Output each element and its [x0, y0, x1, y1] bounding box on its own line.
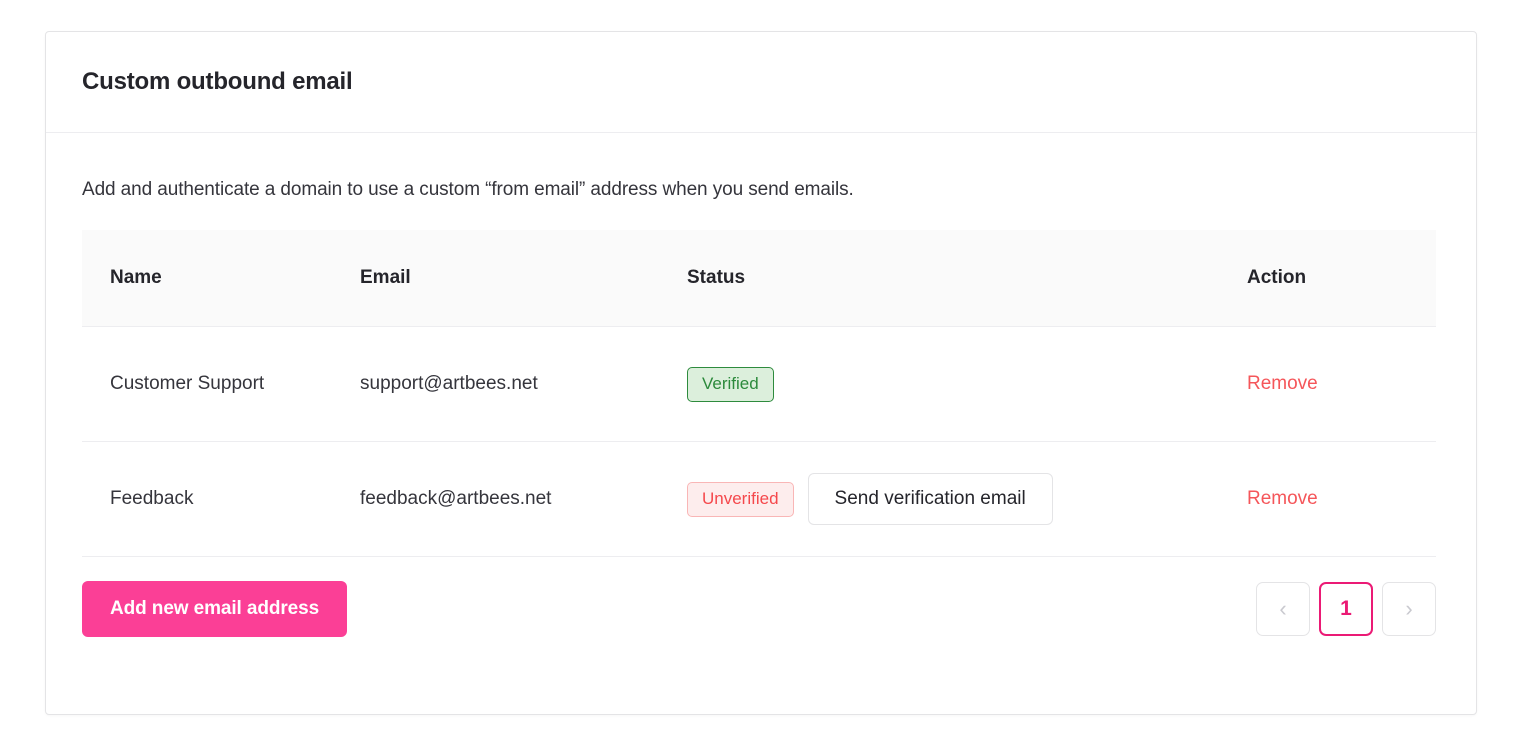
column-header-status: Status [687, 267, 746, 288]
cell-email: feedback@artbees.net [360, 488, 552, 509]
custom-outbound-email-card: Custom outbound email Add and authentica… [45, 31, 1477, 715]
status-badge: Unverified [687, 481, 794, 517]
email-table: Name Email Status Action Customer Suppor… [82, 230, 1436, 557]
send-verification-email-button[interactable]: Send verification email [807, 473, 1053, 525]
cell-status: Unverified Send verification email [687, 473, 1247, 525]
cell-name: Feedback [110, 488, 194, 509]
table-footer: Add new email address ‹ 1 › [82, 581, 1436, 637]
cell-action: Remove [1247, 488, 1436, 510]
pagination: ‹ 1 › [1256, 582, 1436, 636]
status-badge: Verified [687, 366, 774, 402]
table-row: Feedback feedback@artbees.net Unverified… [82, 442, 1436, 557]
remove-link[interactable]: Remove [1247, 373, 1318, 395]
column-header-action: Action [1247, 267, 1307, 288]
pagination-next-icon[interactable]: › [1382, 582, 1436, 636]
cell-status: Verified [687, 366, 1247, 402]
table-header-row: Name Email Status Action [82, 230, 1436, 327]
page-root: Custom outbound email Add and authentica… [0, 0, 1520, 749]
pagination-page-1[interactable]: 1 [1319, 582, 1373, 636]
column-header-email: Email [360, 267, 411, 288]
cell-name: Customer Support [110, 373, 265, 394]
card-body: Add and authenticate a domain to use a c… [46, 179, 1476, 637]
column-header-name: Name [110, 267, 162, 288]
remove-link[interactable]: Remove [1247, 488, 1318, 510]
add-new-email-address-button[interactable]: Add new email address [82, 581, 348, 637]
table-row: Customer Support support@artbees.net Ver… [82, 327, 1436, 442]
pagination-prev-icon[interactable]: ‹ [1256, 582, 1310, 636]
card-header: Custom outbound email [46, 32, 1476, 133]
page-title: Custom outbound email [82, 68, 353, 95]
cell-action: Remove [1247, 373, 1436, 395]
card-description: Add and authenticate a domain to use a c… [82, 179, 854, 200]
cell-email: support@artbees.net [360, 373, 538, 394]
